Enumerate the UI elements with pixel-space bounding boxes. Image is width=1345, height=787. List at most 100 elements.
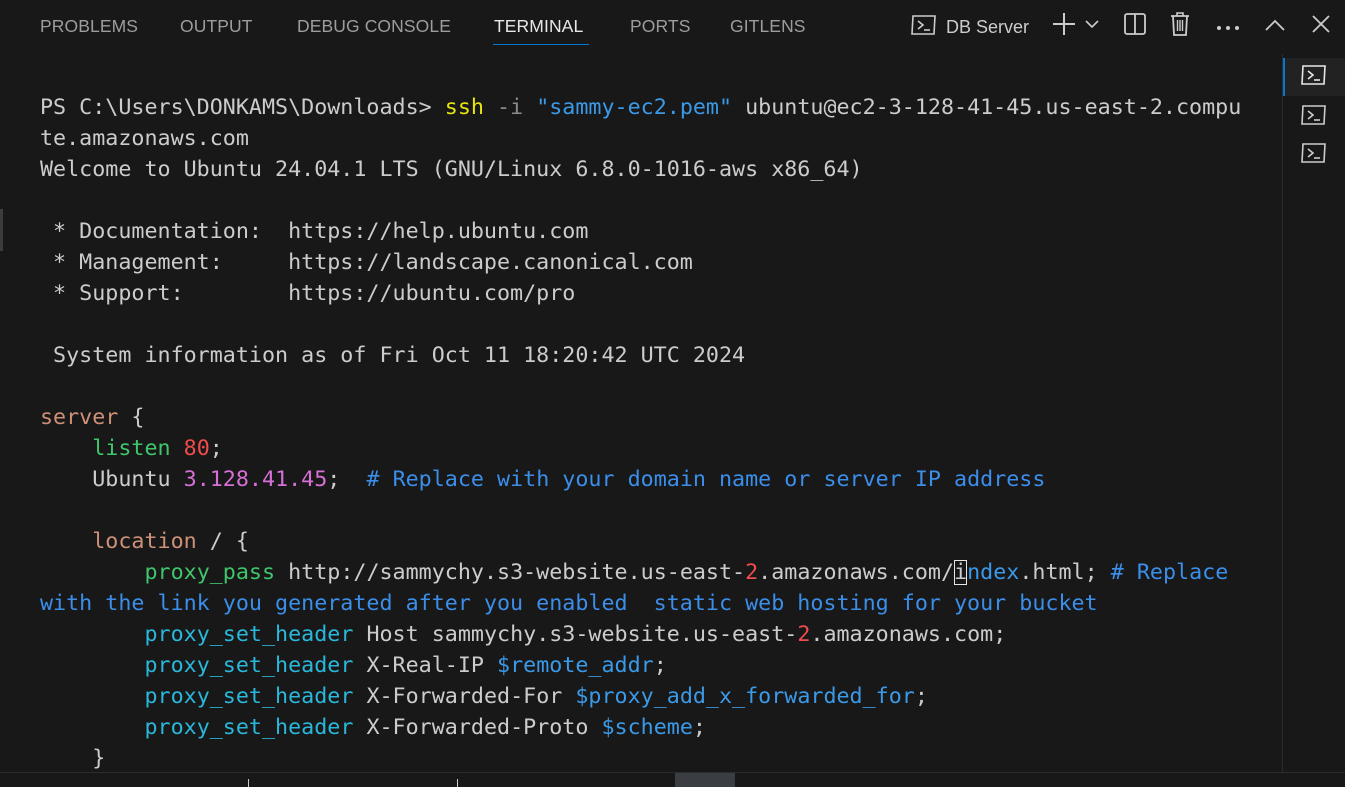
terminal-line: System information as of Fri Oct 11 18:2… xyxy=(40,340,1241,371)
maximize-panel-button[interactable] xyxy=(1259,10,1291,42)
server-keyword: server xyxy=(40,405,119,430)
semicolon: ; xyxy=(209,436,223,461)
terminal-viewport[interactable]: PS C:\Users\DONKAMS\Downloads> ssh -i "s… xyxy=(0,54,1282,772)
header-host-number: 2 xyxy=(797,622,811,647)
open-brace: { xyxy=(118,405,145,430)
terminal-profile-name: DB Server xyxy=(946,16,1030,37)
listen-directive: listen xyxy=(92,436,171,461)
proxy-set-header-directive: proxy_set_header xyxy=(144,622,354,647)
welcome-line: Welcome to Ubuntu 24.04.1 LTS (GNU/Linux… xyxy=(40,157,863,182)
terminal-line: * Management: https://landscape.canonica… xyxy=(40,247,1241,278)
terminal-line: Welcome to Ubuntu 24.04.1 LTS (GNU/Linux… xyxy=(40,154,1241,185)
terminal-cursor: i xyxy=(954,560,968,585)
tab-problems[interactable]: PROBLEMS xyxy=(40,16,138,37)
proxy-pass-url: http://sammychy.s3-website.us-east- xyxy=(275,560,746,585)
tab-terminal[interactable]: TERMINAL xyxy=(494,16,583,37)
ubuntu-label: Ubuntu xyxy=(92,467,184,492)
close-icon xyxy=(1311,14,1331,38)
tab-gitlens[interactable]: GITLENS xyxy=(730,16,806,37)
terminal-icon xyxy=(1300,63,1328,91)
location-keyword: location xyxy=(92,529,197,554)
semicolon: ; xyxy=(914,684,928,709)
management-line: * Management: https://landscape.canonica… xyxy=(40,250,693,275)
plus-icon xyxy=(1051,11,1077,41)
header-host-rest: .amazonaws.com; xyxy=(810,622,1007,647)
proxy-pass-directive: proxy_pass xyxy=(144,560,276,585)
ubuntu-ip: 3.128.41.45 xyxy=(183,467,328,492)
terminal-line: proxy_set_header X-Forwarded-For $proxy_… xyxy=(40,681,1241,712)
proxy-pass-url-index: ndex xyxy=(967,560,1020,585)
chevron-up-icon xyxy=(1264,17,1286,36)
support-line: * Support: https://ubuntu.com/pro xyxy=(40,281,576,306)
terminal-icon xyxy=(1300,141,1328,169)
tab-output[interactable]: OUTPUT xyxy=(180,16,253,37)
trash-icon xyxy=(1169,11,1191,41)
header-real-ip: X-Real-IP xyxy=(353,653,498,678)
terminal-profile-selector[interactable]: DB Server xyxy=(910,12,1029,42)
semicolon: ; xyxy=(692,715,706,740)
new-terminal-button[interactable] xyxy=(1048,10,1080,42)
semicolon: ; xyxy=(327,467,367,492)
terminal-line: proxy_set_header X-Forwarded-Proto $sche… xyxy=(40,712,1241,743)
proxy-pass-url: .amazonaws.com/ xyxy=(758,560,955,585)
ellipsis-icon xyxy=(1215,17,1241,36)
proxy-set-header-directive: proxy_set_header xyxy=(144,715,354,740)
var-scheme: $scheme xyxy=(601,715,693,740)
split-terminal-button[interactable] xyxy=(1119,10,1151,42)
key-file-arg: "sammy-ec2.pem" xyxy=(536,95,733,120)
tab-ports[interactable]: PORTS xyxy=(630,16,690,37)
header-forwarded-for: X-Forwarded-For xyxy=(353,684,576,709)
terminal-line: te.amazonaws.com xyxy=(40,123,1241,154)
launch-profile-dropdown[interactable] xyxy=(1078,10,1106,42)
tab-debug-console[interactable]: DEBUG CONSOLE xyxy=(297,16,451,37)
host-arg-wrap: te.amazonaws.com xyxy=(40,126,249,151)
ubuntu-comment: # Replace with your domain name or serve… xyxy=(366,467,1046,492)
terminal-line: location / { xyxy=(40,526,1241,557)
terminal-line: proxy_pass http://sammychy.s3-website.us… xyxy=(40,557,1241,588)
host-arg: ubuntu@ec2-3-128-41-45.us-east-2.compu xyxy=(732,95,1242,120)
terminal-icon xyxy=(1300,103,1328,131)
status-bar xyxy=(0,772,1345,787)
close-panel-button[interactable] xyxy=(1305,10,1337,42)
documentation-line: * Documentation: https://help.ubuntu.com xyxy=(40,219,589,244)
split-editor-icon xyxy=(1123,12,1147,40)
terminal-line: } xyxy=(40,743,1241,772)
terminal-tabs-list xyxy=(1282,54,1345,772)
terminal-line: with the link you generated after you en… xyxy=(40,588,1241,619)
kill-terminal-button[interactable] xyxy=(1164,10,1196,42)
close-brace: } xyxy=(92,746,106,771)
header-forwarded-proto: X-Forwarded-Proto xyxy=(353,715,602,740)
panel-header: PROBLEMS OUTPUT DEBUG CONSOLE TERMINAL P… xyxy=(0,0,1345,54)
terminal-line: Ubuntu 3.128.41.45; # Replace with your … xyxy=(40,464,1241,495)
status-item-highlight[interactable] xyxy=(675,773,735,787)
var-remote-addr: $remote_addr xyxy=(497,653,654,678)
listen-port: 80 xyxy=(183,436,210,461)
terminal-tab-1[interactable] xyxy=(1283,58,1345,96)
chevron-down-icon xyxy=(1084,16,1100,36)
prompt: PS C:\Users\DONKAMS\Downloads> xyxy=(40,95,445,120)
terminal-line: * Documentation: https://help.ubuntu.com xyxy=(40,216,1241,247)
more-actions-button[interactable] xyxy=(1212,10,1244,42)
proxy-pass-comment-wrap: with the link you generated after you en… xyxy=(40,591,1098,616)
terminal-tab-2[interactable] xyxy=(1283,98,1345,136)
terminal-icon xyxy=(910,13,938,41)
status-separator xyxy=(248,779,249,787)
location-path: / { xyxy=(196,529,249,554)
command-name: ssh xyxy=(444,95,484,120)
proxy-set-header-directive: proxy_set_header xyxy=(144,684,354,709)
terminal-line: proxy_set_header X-Real-IP $remote_addr; xyxy=(40,650,1241,681)
terminal-tab-3[interactable] xyxy=(1283,136,1345,174)
